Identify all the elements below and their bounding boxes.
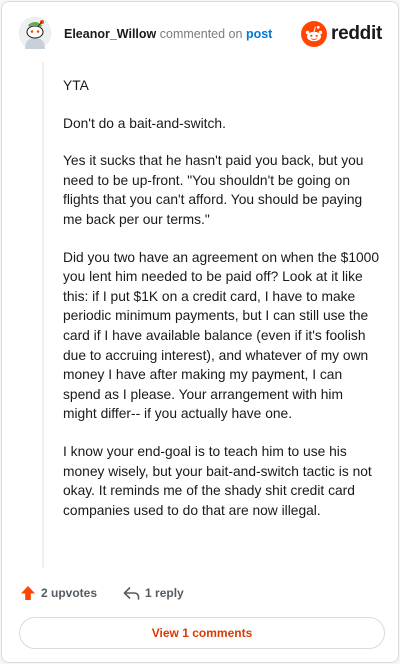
reddit-brand[interactable]: reddit bbox=[301, 21, 382, 47]
comment-meta: Eleanor_Willow commented on post bbox=[64, 27, 272, 42]
comment-paragraph: I know your end-goal is to teach him to … bbox=[63, 443, 372, 518]
reply-arrow-icon bbox=[123, 587, 140, 600]
view-comments-button[interactable]: View 1 comments bbox=[19, 617, 385, 649]
reddit-logo-icon bbox=[301, 21, 328, 47]
reply-count: 1 reply bbox=[145, 586, 184, 600]
commented-on-label: commented on bbox=[159, 27, 243, 41]
thread-line[interactable] bbox=[42, 62, 44, 568]
comment-actions: 2 upvotes 1 reply bbox=[20, 582, 210, 604]
comment-header: Eleanor_Willow commented on post reddit bbox=[18, 16, 382, 52]
snoo-avatar-icon[interactable] bbox=[18, 16, 52, 50]
username-link[interactable]: Eleanor_Willow bbox=[64, 27, 156, 41]
reply-button[interactable]: 1 reply bbox=[123, 585, 184, 601]
comment-paragraph: Yes it sucks that he hasn't paid you bac… bbox=[63, 153, 364, 227]
upvote-arrow-icon bbox=[21, 586, 35, 600]
reddit-wordmark: reddit bbox=[331, 23, 382, 44]
upvote-count: 2 upvotes bbox=[41, 586, 98, 600]
comment-body: YTA Don't do a bait-and-switch. Yes it s… bbox=[63, 76, 379, 538]
comment-paragraph: Did you two have an agreement on when th… bbox=[63, 249, 380, 422]
comment-card: Eleanor_Willow commented on post reddit … bbox=[1, 1, 399, 663]
upvote-button[interactable]: 2 upvotes bbox=[20, 585, 97, 601]
comment-paragraph: YTA bbox=[63, 78, 89, 93]
comment-paragraph: Don't do a bait-and-switch. bbox=[63, 115, 226, 131]
post-link[interactable]: post bbox=[246, 27, 272, 41]
